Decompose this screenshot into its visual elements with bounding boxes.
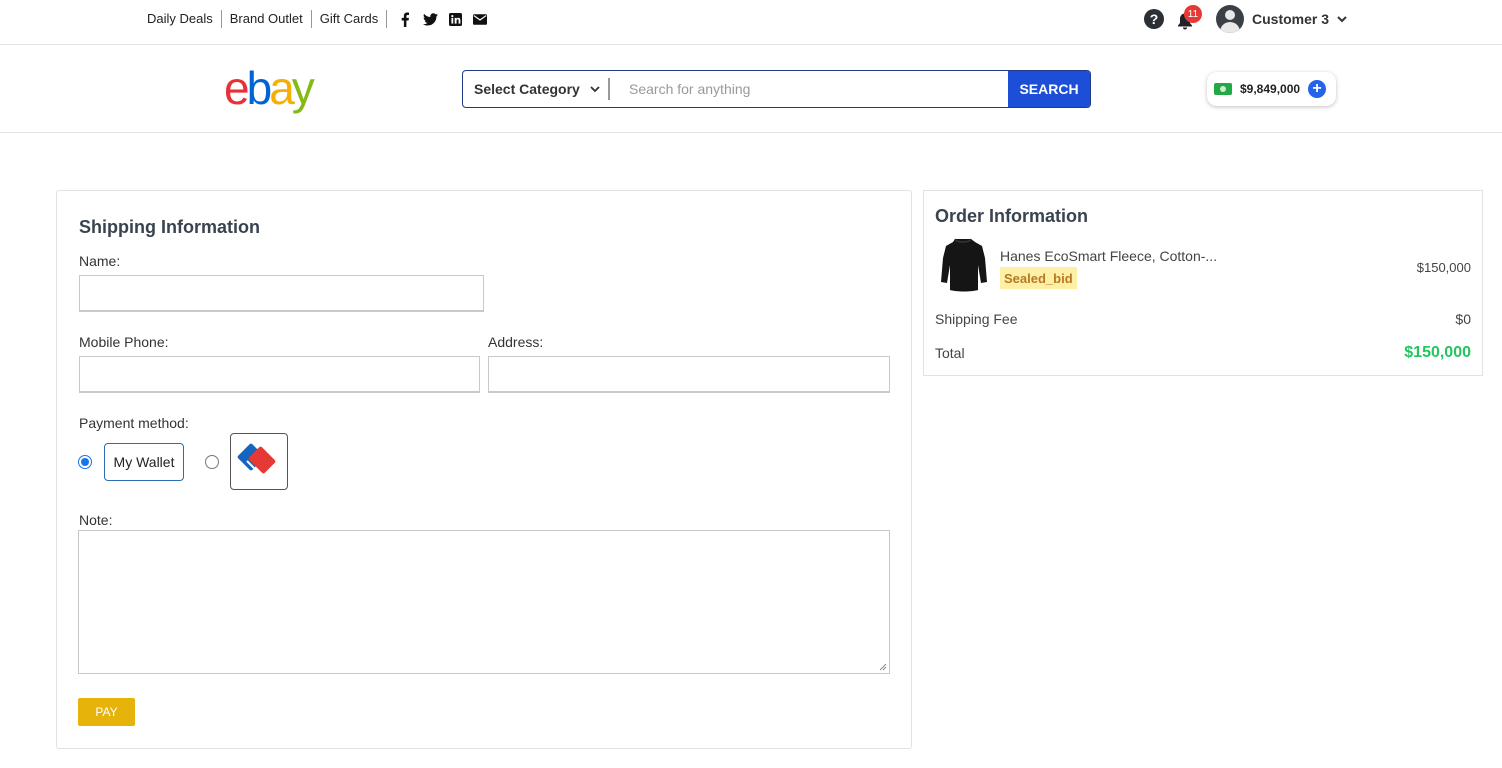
shipping-fee-value: $0 xyxy=(1455,311,1471,327)
wallet-radio[interactable] xyxy=(78,455,92,469)
total-value: $150,000 xyxy=(1404,344,1471,361)
search-input[interactable] xyxy=(610,71,1008,107)
search-bar: Select Category SEARCH xyxy=(462,70,1091,108)
note-label: Note: xyxy=(79,512,113,528)
product-price: $150,000 xyxy=(1416,260,1471,275)
logo-letter-e: e xyxy=(224,62,250,114)
main-header: ebay Select Category SEARCH $9,849,000 + xyxy=(0,45,1502,133)
help-icon[interactable]: ? xyxy=(1144,9,1164,29)
email-icon[interactable] xyxy=(472,11,488,27)
facebook-icon[interactable] xyxy=(397,11,413,27)
gift-cards-link[interactable]: Gift Cards xyxy=(312,10,388,28)
product-image[interactable] xyxy=(938,237,988,297)
address-field[interactable] xyxy=(488,356,890,393)
daily-deals-link[interactable]: Daily Deals xyxy=(147,10,222,28)
pay-button[interactable]: PAY xyxy=(78,698,135,726)
mobile-phone-field[interactable] xyxy=(79,356,480,393)
linkedin-icon[interactable] xyxy=(447,11,463,27)
shipping-title: Shipping Information xyxy=(79,217,260,237)
bank-card-icon xyxy=(237,443,276,474)
add-funds-icon[interactable]: + xyxy=(1308,80,1327,98)
resize-grip-icon[interactable] xyxy=(879,663,887,671)
order-information-card: Order Information Hanes EcoSmart Fleece,… xyxy=(923,190,1483,376)
avatar[interactable] xyxy=(1216,5,1244,33)
user-name[interactable]: Customer 3 xyxy=(1252,11,1329,27)
note-textarea[interactable] xyxy=(79,531,889,673)
address-input[interactable] xyxy=(489,357,889,391)
logo-letter-b: b xyxy=(246,62,273,114)
search-button[interactable]: SEARCH xyxy=(1008,71,1090,107)
twitter-icon[interactable] xyxy=(422,11,438,27)
wallet-balance: $9,849,000 + xyxy=(1207,72,1336,106)
mobile-phone-label: Mobile Phone: xyxy=(79,334,169,350)
brand-outlet-link[interactable]: Brand Outlet xyxy=(222,10,312,28)
payment-method-label: Payment method: xyxy=(79,415,189,431)
notification-badge: 11 xyxy=(1184,5,1202,23)
wallet-amount: $9,849,000 xyxy=(1240,82,1301,96)
chevron-down-icon[interactable] xyxy=(1337,15,1347,23)
product-name[interactable]: Hanes EcoSmart Fleece, Cotton-... xyxy=(1000,248,1217,264)
logo-letter-y: y xyxy=(291,62,315,114)
card-payment-option[interactable] xyxy=(230,433,288,490)
shipping-fee-label: Shipping Fee xyxy=(935,311,1018,327)
shipping-information-card: Shipping Information Name: Mobile Phone:… xyxy=(56,190,912,749)
notifications-button[interactable]: 11 xyxy=(1176,5,1202,30)
note-field[interactable] xyxy=(78,530,890,674)
card-radio[interactable] xyxy=(205,455,219,469)
social-links xyxy=(397,11,497,27)
my-wallet-option[interactable]: My Wallet xyxy=(104,443,184,481)
total-label: Total xyxy=(935,345,965,361)
mobile-phone-input[interactable] xyxy=(80,357,479,391)
ebay-logo[interactable]: ebay xyxy=(224,62,315,114)
chevron-down-icon xyxy=(590,85,600,92)
money-icon xyxy=(1214,83,1232,95)
address-label: Address: xyxy=(488,334,544,350)
category-select[interactable]: Select Category xyxy=(463,78,610,100)
name-input[interactable] xyxy=(80,276,483,310)
category-label: Select Category xyxy=(474,81,580,97)
name-label: Name: xyxy=(79,253,121,269)
logo-letter-a: a xyxy=(269,62,295,114)
user-area: ? 11 Customer 3 xyxy=(1144,5,1347,33)
order-title: Order Information xyxy=(935,206,1089,226)
auction-type-badge: Sealed_bid xyxy=(1000,267,1077,289)
top-links: Daily Deals Brand Outlet Gift Cards xyxy=(147,10,497,28)
top-bar: Daily Deals Brand Outlet Gift Cards ? 11… xyxy=(0,0,1502,45)
name-field[interactable] xyxy=(79,275,484,312)
